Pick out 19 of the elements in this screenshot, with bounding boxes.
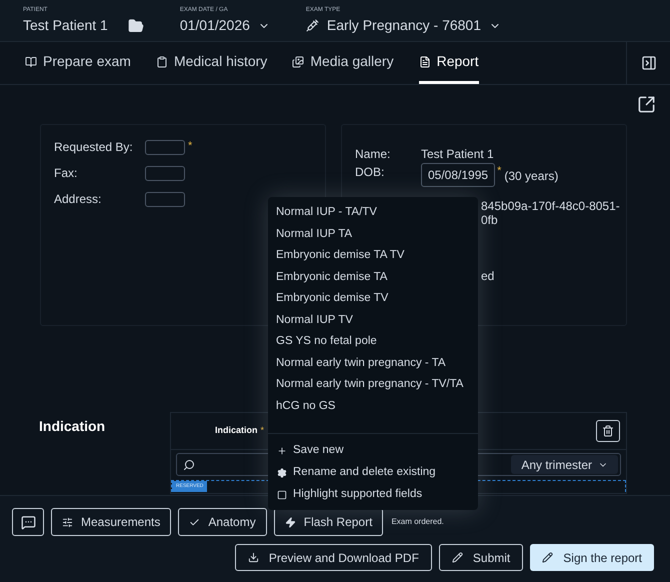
required-mark: * [260,424,264,438]
patient-age: (30 years) [504,168,558,185]
header-value: 01/01/2026 [180,16,250,35]
field-label: Fax: [54,165,78,182]
required-mark: * [188,139,192,154]
status-text: Exam ordered. [391,516,444,528]
field-label: Requested By: [54,139,134,156]
status-text: ed [481,269,496,283]
patient-name: Test Patient 1 [421,146,494,163]
section-heading: Indication [39,417,106,436]
required-mark: * [497,164,502,179]
column-heading: Indication [215,424,258,438]
field-label: Name: [355,146,392,163]
field-label: Address: [54,191,102,208]
header-value: Test Patient 1 [23,16,108,35]
header-value: Early Pregnancy - 76801 [326,16,481,35]
patient-id: 0fb [481,213,499,227]
patient-id: 845b09a-170f-48c0-8051- [481,199,621,213]
field-label: DOB: [355,164,386,181]
